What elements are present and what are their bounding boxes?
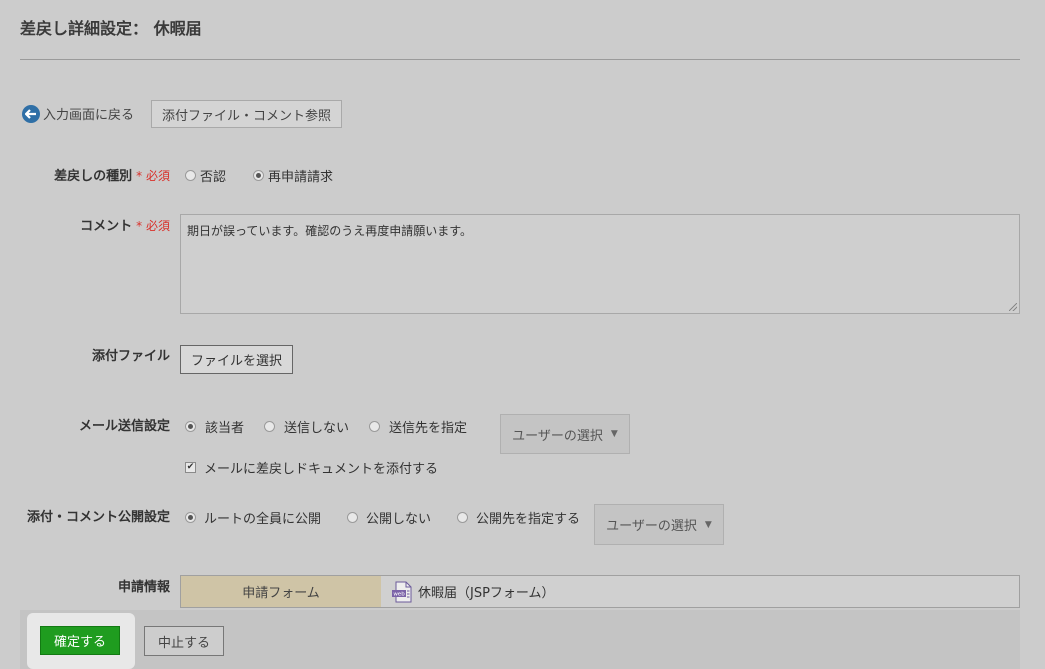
radio-button[interactable] bbox=[185, 421, 196, 432]
radio-option-private[interactable]: 公開しない bbox=[347, 508, 431, 527]
radio-option-specify-recipient[interactable]: 送信先を指定 bbox=[369, 417, 467, 436]
reject-type-group: 否認 再申請請求 bbox=[185, 166, 333, 185]
radio-button[interactable] bbox=[264, 421, 276, 432]
visibility-setting-label: 添付・コメント公開設定 bbox=[26, 510, 170, 525]
radio-option-applicant[interactable]: 該当者 bbox=[185, 417, 244, 436]
radio-option-no-send[interactable]: 送信しない bbox=[264, 417, 349, 436]
checkbox[interactable]: ✔ bbox=[185, 462, 196, 473]
mail-setting-label: メール送信設定 bbox=[78, 419, 170, 434]
back-to-input-link[interactable]: 入力画面に戻る bbox=[22, 104, 134, 123]
attachment-label: 添付ファイル bbox=[91, 349, 170, 364]
mail-user-select-button[interactable]: ユーザーの選択 ▼ bbox=[500, 414, 630, 454]
visibility-user-select-button[interactable]: ユーザーの選択 ▼ bbox=[594, 504, 724, 545]
required-marker: * 必須 bbox=[136, 219, 170, 233]
radio-option-reapply[interactable]: 再申請請求 bbox=[253, 166, 333, 185]
attachments-comments-button[interactable]: 添付ファイル・コメント参照 bbox=[151, 100, 342, 128]
radio-button[interactable] bbox=[253, 170, 265, 181]
cancel-button[interactable]: 中止する bbox=[144, 626, 224, 656]
confirm-button[interactable]: 確定する bbox=[40, 626, 120, 655]
radio-button[interactable] bbox=[369, 421, 381, 432]
resize-handle-icon[interactable] bbox=[1009, 303, 1017, 311]
radio-button[interactable] bbox=[185, 512, 196, 523]
comment-textarea[interactable]: 期日が誤っています。確認のうえ再度申請願います。 bbox=[180, 214, 1020, 314]
comment-text: 期日が誤っています。確認のうえ再度申請願います。 bbox=[187, 224, 473, 238]
visibility-setting-group: ルートの全員に公開 公開しない 公開先を指定する bbox=[185, 508, 580, 527]
web-form-icon: web bbox=[391, 581, 413, 603]
application-form-cell-value[interactable]: web 休暇届（JSPフォーム） bbox=[381, 576, 1019, 607]
comment-label: コメント * 必須 bbox=[80, 219, 170, 234]
caret-down-icon: ▼ bbox=[610, 429, 618, 439]
title-divider bbox=[20, 59, 1020, 60]
application-form-cell-label: 申請フォーム bbox=[181, 576, 381, 607]
arrow-left-icon bbox=[22, 104, 40, 123]
application-info-label: 申請情報 bbox=[117, 580, 170, 595]
reject-type-label: 差戻しの種別 * 必須 bbox=[54, 169, 170, 184]
radio-button[interactable] bbox=[185, 170, 196, 181]
caret-down-icon: ▼ bbox=[704, 519, 712, 530]
radio-option-public-route[interactable]: ルートの全員に公開 bbox=[185, 508, 321, 527]
page-title: 差戻し詳細設定： 休暇届 bbox=[20, 19, 202, 38]
radio-option-specify-public[interactable]: 公開先を指定する bbox=[457, 508, 580, 527]
application-info-table: 申請フォーム web 休暇届（JSPフォーム） bbox=[180, 575, 1020, 608]
back-link-label: 入力画面に戻る bbox=[43, 108, 135, 123]
radio-option-deny[interactable]: 否認 bbox=[185, 166, 226, 185]
choose-file-button[interactable]: ファイルを選択 bbox=[180, 345, 293, 374]
required-marker: * 必須 bbox=[136, 169, 170, 183]
svg-text:web: web bbox=[393, 591, 405, 597]
radio-button[interactable] bbox=[457, 512, 469, 523]
mail-setting-group: 該当者 送信しない 送信先を指定 bbox=[185, 417, 467, 436]
radio-button[interactable] bbox=[347, 512, 359, 523]
attach-document-checkbox-row[interactable]: ✔ メールに差戻しドキュメントを添付する bbox=[185, 458, 438, 477]
